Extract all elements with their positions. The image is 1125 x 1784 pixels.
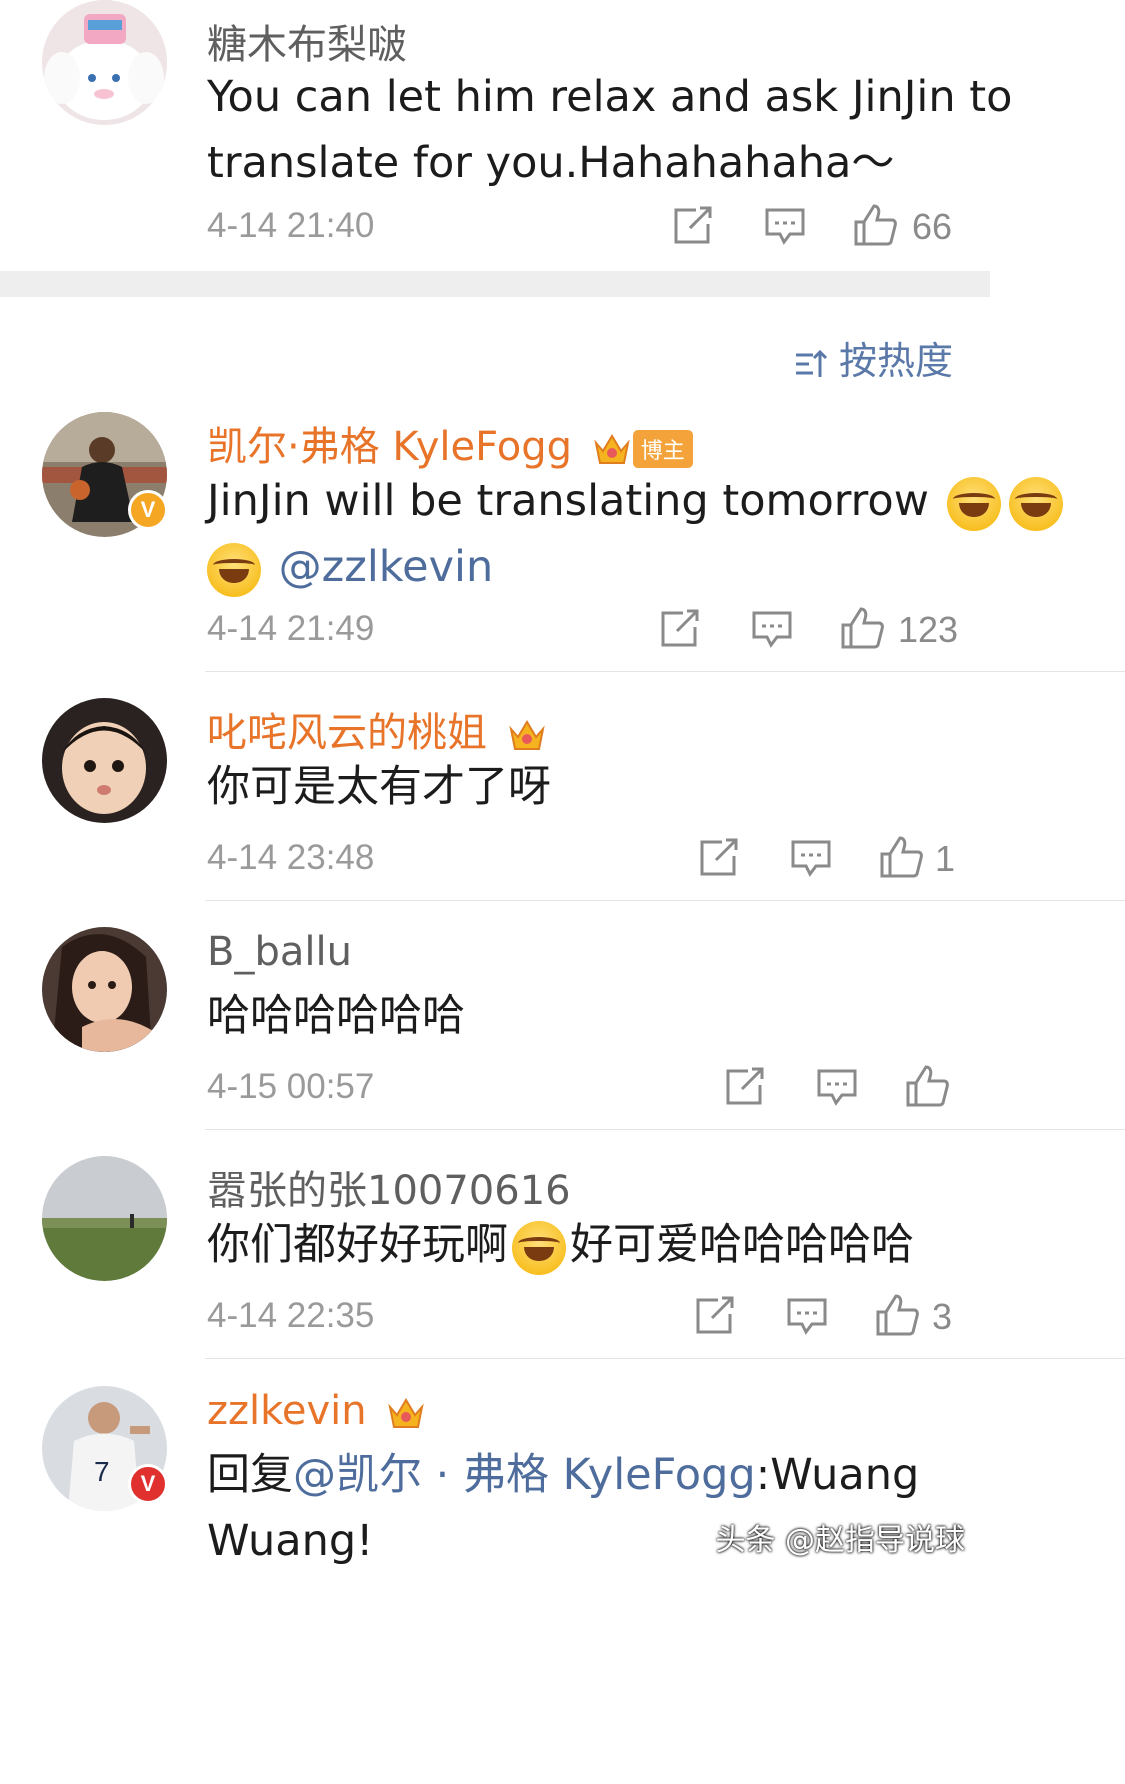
vip-crown-icon [387, 1395, 425, 1431]
username[interactable]: zzlkevin [207, 1388, 425, 1434]
share-icon[interactable] [696, 834, 742, 880]
username-text: zzlkevin [207, 1388, 367, 1434]
vip-crown-icon [508, 717, 546, 753]
comment-divider [205, 900, 1125, 901]
comment-divider [205, 1129, 1125, 1130]
comment-body-continued: 好可爱哈哈哈哈哈 [570, 1220, 914, 1270]
sort-label: 按热度 [838, 339, 953, 383]
verified-badge: V [128, 1464, 168, 1504]
comment-text: 你们都好好玩啊 好可爱哈哈哈哈哈 [207, 1212, 1087, 1278]
username-text: 凯尔·弗格 KyleFogg [207, 424, 572, 470]
like-icon[interactable] [852, 202, 898, 248]
username-text: 叱咤风云的桃姐 [207, 710, 487, 756]
username[interactable]: 叱咤风云的桃姐 [207, 700, 546, 758]
timestamp: 4-15 00:57 [207, 1067, 375, 1106]
mention-link[interactable]: @zzlkevin [279, 542, 494, 592]
share-icon[interactable] [670, 202, 716, 248]
sort-icon [793, 339, 839, 383]
like-icon[interactable] [878, 834, 924, 880]
watermark: 头条 @赵指导说球 [715, 1523, 965, 1558]
like-icon[interactable] [904, 1063, 950, 1109]
comment-icon[interactable] [788, 834, 834, 880]
like-icon[interactable] [839, 605, 885, 651]
username[interactable]: B_ballu [207, 929, 352, 975]
blogger-badge: 博主 [632, 430, 693, 468]
vip-crown-icon [593, 431, 631, 467]
comment-divider [205, 1358, 1125, 1359]
timestamp: 4-14 21:40 [207, 206, 375, 245]
comment-text: 哈哈哈哈哈哈 [207, 991, 465, 1041]
timestamp: 4-14 21:49 [207, 609, 375, 648]
like-count: 1 [935, 838, 956, 879]
avatar[interactable] [42, 1156, 167, 1281]
sort-toggle[interactable]: 按热度 [793, 330, 953, 385]
comment-icon[interactable] [749, 605, 795, 651]
laugh-cry-emoji-icon [1008, 476, 1063, 531]
verified-badge: V [128, 490, 168, 530]
comment-text: You can let him relax and ask JinJin to … [207, 72, 1013, 188]
username[interactable]: 凯尔·弗格 KyleFogg 博主 [207, 414, 693, 472]
reply-prefix: 回复 [207, 1450, 293, 1500]
laugh-cry-emoji-icon [512, 1220, 566, 1275]
comment-body: JinJin will be translating tomorrow [207, 476, 929, 526]
timestamp: 4-14 23:48 [207, 838, 375, 877]
avatar[interactable] [42, 698, 167, 823]
section-divider [0, 271, 990, 297]
mention-link[interactable]: @凯尔 · 弗格 KyleFogg [293, 1450, 756, 1500]
like-count: 3 [932, 1296, 953, 1337]
comment-icon[interactable] [814, 1063, 860, 1109]
comment-divider [205, 671, 1125, 672]
username[interactable]: 嚣张的张10070616 [207, 1158, 571, 1216]
laugh-cry-emoji-icon [207, 542, 261, 597]
timestamp: 4-14 22:35 [207, 1296, 375, 1335]
comment-body: 你们都好好玩啊 [207, 1220, 508, 1270]
comment-icon[interactable] [762, 202, 808, 248]
like-count: 123 [898, 609, 959, 650]
avatar[interactable] [42, 0, 167, 125]
share-icon[interactable] [722, 1063, 768, 1109]
comment-text: JinJin will be translating tomorrow @zzl… [207, 468, 1087, 600]
svg-text:7: 7 [94, 1456, 110, 1487]
username[interactable]: 糖木布梨啵 [207, 12, 407, 70]
comment-text: 你可是太有才了呀 [207, 762, 551, 812]
laugh-cry-emoji-icon [946, 476, 1001, 531]
like-icon[interactable] [874, 1292, 920, 1338]
share-icon[interactable] [657, 605, 703, 651]
share-icon[interactable] [692, 1292, 738, 1338]
like-count: 66 [912, 206, 953, 247]
avatar[interactable] [42, 927, 167, 1052]
comment-icon[interactable] [784, 1292, 830, 1338]
